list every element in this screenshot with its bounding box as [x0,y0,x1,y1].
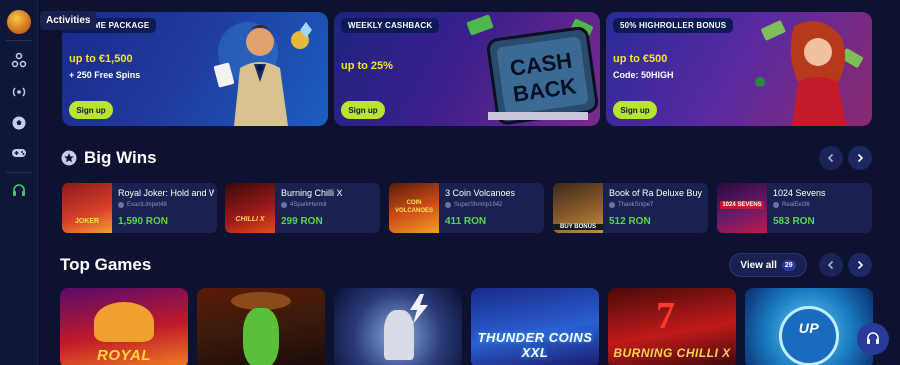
game-tile-burning-chilli[interactable]: 7 BURNING CHILLI X [608,288,736,365]
win-amount: 583 RON [773,216,815,227]
win-username: ExactLimpet48 [127,202,167,208]
thumb-label: 1024 SEVENS [720,201,764,209]
win-card[interactable]: COIN VOLCANOES 3 Coin Volcanoes SuperShr… [389,183,544,233]
win-card[interactable]: CHILLI X Burning Chilli X 4SparkHermit 2… [225,183,380,233]
win-user: SuperShrimp1942 [445,202,502,208]
win-card[interactable]: JOKER Royal Joker: Hold and Win ExactLim… [62,183,217,233]
user-icon [445,202,451,208]
support-headset-icon[interactable] [9,181,29,201]
win-user: 4SparkHermit [281,202,327,208]
support-chat-button[interactable] [857,323,889,355]
banner-headline: up to 25% [341,60,393,72]
seven-icon: 7 [656,295,675,337]
game-tile-label: UP [798,320,820,336]
banner-highroller[interactable]: 50% HIGHROLLER BONUS up to €500 Code: 50… [606,12,872,126]
chevron-right-icon [857,153,864,163]
games-count-badge: 29 [781,259,796,271]
win-game-title: Burning Chilli X [281,188,343,198]
user-icon [281,202,287,208]
game-tile-label: THUNDER COINS XXL [477,330,593,360]
thumb-label: CHILLI X [235,216,265,223]
top-games-prev-button[interactable] [819,253,843,277]
sports-icon[interactable] [9,50,29,70]
banner-headline: up to €1,500 [69,53,133,65]
lightning-icon [410,294,428,324]
game-tile-label: BURNING CHILLI X [613,346,731,360]
football-icon[interactable] [9,113,29,133]
banner-subline: Code: 50HIGH [613,70,674,80]
user-icon [118,202,124,208]
view-all-button[interactable]: View all 29 [729,253,807,277]
game-thumbnail: JOKER [62,183,112,233]
win-card[interactable]: BUY BONUS Book of Ra Deluxe Buy ThankSni… [553,183,708,233]
cashback-wallet-icon: CASH BACK [466,14,599,125]
signup-button[interactable]: Sign up [341,101,385,119]
game-tile-royal[interactable]: ROYAL [60,288,188,365]
chevron-left-icon [827,260,834,270]
big-wins-title: Big Wins [84,148,157,167]
win-username: SuperShrimp1942 [454,202,503,208]
signup-button[interactable]: Sign up [69,101,113,119]
game-thumbnail: 1024 SEVENS [717,183,767,233]
headset-icon [867,332,879,344]
star-icon [61,150,77,166]
game-thumbnail: COIN VOLCANOES [389,183,439,233]
game-tile-zeus[interactable] [334,288,462,365]
top-games-next-button[interactable] [848,253,872,277]
win-user: RealEel36 [773,202,810,208]
banner-tag: 50% HIGHROLLER BONUS [613,18,734,33]
signup-button[interactable]: Sign up [613,101,657,119]
thumb-label: BUY BONUS [553,224,603,230]
activities-tooltip: Activities [40,11,97,30]
game-tile-thunder-coins[interactable]: THUNDER COINS XXL [471,288,599,365]
win-game-title: Royal Joker: Hold and Win [118,188,214,198]
live-icon[interactable] [9,82,29,102]
banner-headline: up to €500 [613,53,668,65]
win-user: ThankSnipe7 [609,202,653,208]
banner-welcome[interactable]: WELCOME PACKAGE up to €1,500 + 250 Free … [62,12,328,126]
win-username: ThankSnipe7 [618,202,654,208]
win-username: RealEel36 [782,202,810,208]
win-amount: 512 RON [609,216,651,227]
win-username: 4SparkHermit [290,202,327,208]
chevron-left-icon [827,153,834,163]
logo-icon[interactable] [7,10,31,34]
game-tile-coin-up[interactable]: UP [745,288,873,365]
game-tile-cowboy-chilli[interactable] [197,288,325,365]
big-wins-next-button[interactable] [848,146,872,170]
jester-icon [94,302,154,342]
sidebar-divider [6,40,32,41]
win-amount: 411 RON [445,216,487,227]
win-game-title: 3 Coin Volcanoes [445,188,516,198]
game-thumbnail: BUY BONUS [553,183,603,233]
big-wins-prev-button[interactable] [819,146,843,170]
chevron-right-icon [857,260,864,270]
win-user: ExactLimpet48 [118,202,167,208]
banner-subline: + 250 Free Spins [69,70,141,80]
gamepad-icon[interactable] [9,143,29,163]
thumb-label: JOKER [74,218,100,225]
win-amount: 299 RON [281,216,323,227]
top-games-title: Top Games [60,255,152,274]
win-amount: 1,590 RON [118,216,169,227]
sidebar-divider [6,172,32,173]
win-game-title: 1024 Sevens [773,188,826,198]
user-icon [609,202,615,208]
view-all-label: View all [740,259,777,271]
user-icon [773,202,779,208]
chilli-character-icon [243,308,279,365]
host-illustration-icon [213,22,312,126]
highroller-lady-icon [755,20,863,126]
banner-tag: WEEKLY CASHBACK [341,18,440,33]
game-thumbnail: CHILLI X [225,183,275,233]
sidebar [0,0,38,365]
banner-cashback[interactable]: CASH BACK WEEKLY CASHBACK up to 25% Sign… [334,12,600,126]
win-game-title: Book of Ra Deluxe Buy [609,188,703,198]
thumb-label: COIN VOLCANOES [394,200,433,214]
game-tile-label: ROYAL [97,347,151,364]
win-card[interactable]: 1024 SEVENS 1024 Sevens RealEel36 583 RO… [717,183,872,233]
